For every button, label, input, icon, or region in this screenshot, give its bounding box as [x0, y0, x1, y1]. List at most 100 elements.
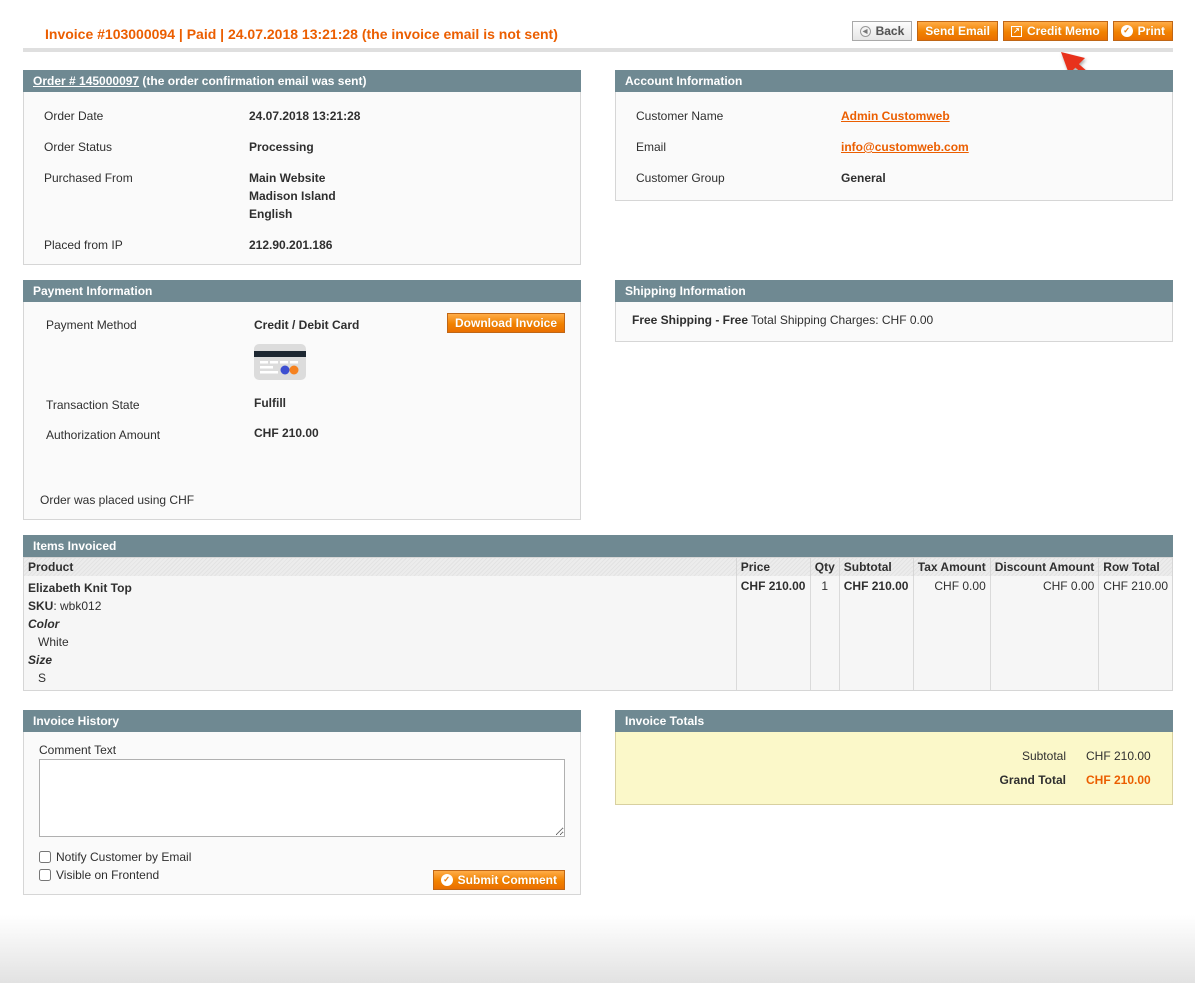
email-label: Email [636, 140, 667, 154]
items-table: Product Price Qty Subtotal Tax Amount Di… [24, 558, 1172, 690]
column-product: Product [24, 558, 737, 576]
subtotal-value: CHF 210.00 [1086, 749, 1151, 763]
placed-from-ip-value: 212.90.201.186 [249, 238, 333, 252]
subtotal-cell: CHF 210.00 [839, 576, 914, 690]
price-cell: CHF 210.00 [736, 576, 811, 690]
payment-info-header: Payment Information [23, 280, 581, 302]
qty-cell: 1 [810, 576, 840, 690]
subtotal-label: Subtotal [1021, 749, 1066, 763]
order-currency-note: Order was placed using CHF [40, 493, 195, 507]
invoice-totals-header: Invoice Totals [615, 710, 1173, 732]
page-header: Invoice #103000094 | Paid | 24.07.2018 1… [23, 14, 1173, 52]
grand-total-label: Grand Total [999, 773, 1066, 787]
payment-method-label: Payment Method [46, 318, 137, 332]
column-tax-amount: Tax Amount [913, 558, 991, 576]
shipping-info-body: Free Shipping - Free Total Shipping Char… [615, 302, 1173, 342]
invoice-totals-box: Invoice Totals Subtotal CHF 210.00 Grand… [615, 710, 1173, 805]
website-name: Main Website [249, 171, 326, 185]
store-name: Madison Island [249, 189, 336, 203]
credit-memo-button[interactable]: ↗ Credit Memo [1002, 21, 1108, 41]
placed-from-ip-label: Placed from IP [44, 238, 123, 252]
back-button[interactable]: ◀ Back [851, 21, 913, 41]
purchased-from-label: Purchased From [44, 171, 133, 185]
store-view-name: English [249, 207, 293, 221]
table-row: Elizabeth Knit Top SKU: wbk012 Color Whi… [24, 576, 1172, 690]
option-label-size: Size [28, 653, 53, 667]
account-info-box: Account Information Customer Name Admin … [615, 70, 1173, 201]
sku-label: SKU [28, 599, 54, 613]
column-price: Price [736, 558, 811, 576]
product-cell: Elizabeth Knit Top SKU: wbk012 Color Whi… [24, 576, 737, 690]
grand-total-row: Grand Total CHF 210.00 [616, 768, 1152, 792]
invoice-history-box: Invoice History Comment Text Notify Cust… [23, 710, 581, 895]
order-status-label: Order Status [44, 140, 113, 154]
purchased-from-value: Main Website Madison Island English [249, 166, 560, 233]
option-value-color: White [38, 635, 69, 649]
notify-customer-checkbox[interactable] [39, 851, 51, 863]
product-sku: SKU: wbk012 [28, 597, 732, 615]
shipping-info-header: Shipping Information [615, 280, 1173, 302]
transaction-state-label: Transaction State [46, 398, 140, 412]
customer-email-link[interactable]: info@customweb.com [841, 140, 969, 154]
authorization-amount-label: Authorization Amount [46, 428, 161, 442]
option-value-size: S [38, 671, 47, 685]
notify-customer-option[interactable]: Notify Customer by Email [39, 848, 565, 866]
credit-card-icon [254, 344, 306, 380]
credit-memo-button-label: Credit Memo [1026, 24, 1100, 38]
download-invoice-button[interactable]: Download Invoice [446, 313, 565, 333]
discount-amount-cell: CHF 0.00 [990, 576, 1100, 690]
comment-text-label: Comment Text [39, 743, 117, 757]
send-email-button-label: Send Email [925, 24, 990, 38]
column-qty: Qty [810, 558, 840, 576]
notify-customer-label: Notify Customer by Email [56, 850, 192, 864]
print-button[interactable]: ✓ Print [1112, 21, 1173, 41]
order-email-status: (the order confirmation email was sent) [139, 74, 367, 88]
back-button-label: Back [875, 24, 905, 38]
submit-comment-button[interactable]: ✓ Submit Comment [432, 870, 565, 890]
header-actions: ◀ Back Send Email ↗ Credit Memo ✓ Print [851, 21, 1173, 41]
checkmark-icon: ✓ [1120, 25, 1133, 37]
column-discount-amount: Discount Amount [990, 558, 1100, 576]
column-row-total: Row Total [1098, 558, 1172, 576]
customer-name-link[interactable]: Admin Customweb [841, 109, 950, 123]
checkmark-icon: ✓ [440, 874, 453, 886]
order-info-header: Order # 145000097 (the order confirmatio… [23, 70, 581, 92]
credit-memo-icon: ↗ [1010, 25, 1022, 37]
back-arrow-icon: ◀ [859, 25, 871, 37]
send-email-button[interactable]: Send Email [917, 21, 998, 41]
shipping-info-box: Shipping Information Free Shipping - Fre… [615, 280, 1173, 342]
payment-info-box: Payment Information Download Invoice Pay… [23, 280, 581, 520]
customer-name-label: Customer Name [636, 109, 724, 123]
transaction-state-value: Fulfill [254, 396, 286, 410]
row-total-cell: CHF 210.00 [1098, 576, 1172, 690]
customer-group-label: Customer Group [636, 171, 725, 185]
invoice-history-body: Comment Text Notify Customer by Email Vi… [23, 732, 581, 895]
order-info-box: Order # 145000097 (the order confirmatio… [23, 70, 581, 265]
order-number-link[interactable]: Order # 145000097 [33, 74, 139, 88]
items-invoiced-header: Items Invoiced [23, 535, 1173, 557]
shipping-charges: Total Shipping Charges: CHF 0.00 [748, 313, 934, 327]
authorization-amount-value: CHF 210.00 [254, 426, 319, 440]
grand-total-value: CHF 210.00 [1086, 773, 1151, 787]
account-info-body: Customer Name Admin Customweb Email info… [615, 92, 1173, 201]
option-label-color: Color [28, 617, 60, 631]
invoice-history-header: Invoice History [23, 710, 581, 732]
visible-on-frontend-checkbox[interactable] [39, 869, 51, 881]
tax-amount-cell: CHF 0.00 [913, 576, 991, 690]
invoice-totals-body: Subtotal CHF 210.00 Grand Total CHF 210.… [615, 732, 1173, 805]
submit-comment-label: Submit Comment [457, 873, 557, 887]
account-info-header: Account Information [615, 70, 1173, 92]
subtotal-row: Subtotal CHF 210.00 [616, 744, 1152, 768]
page-title: Invoice #103000094 | Paid | 24.07.2018 1… [45, 26, 558, 42]
sku-value: : wbk012 [53, 599, 102, 613]
order-date-value: 24.07.2018 13:21:28 [249, 109, 361, 123]
order-date-label: Order Date [44, 109, 104, 123]
payment-info-body: Download Invoice Payment Method Credit /… [23, 302, 581, 520]
visible-on-frontend-label: Visible on Frontend [56, 868, 160, 882]
comment-textarea[interactable] [39, 759, 565, 837]
customer-group-value: General [841, 171, 886, 185]
product-name: Elizabeth Knit Top [28, 581, 132, 595]
order-status-value: Processing [249, 140, 314, 154]
shipping-method: Free Shipping - Free [632, 313, 749, 327]
items-invoiced-body: Product Price Qty Subtotal Tax Amount Di… [23, 557, 1173, 691]
